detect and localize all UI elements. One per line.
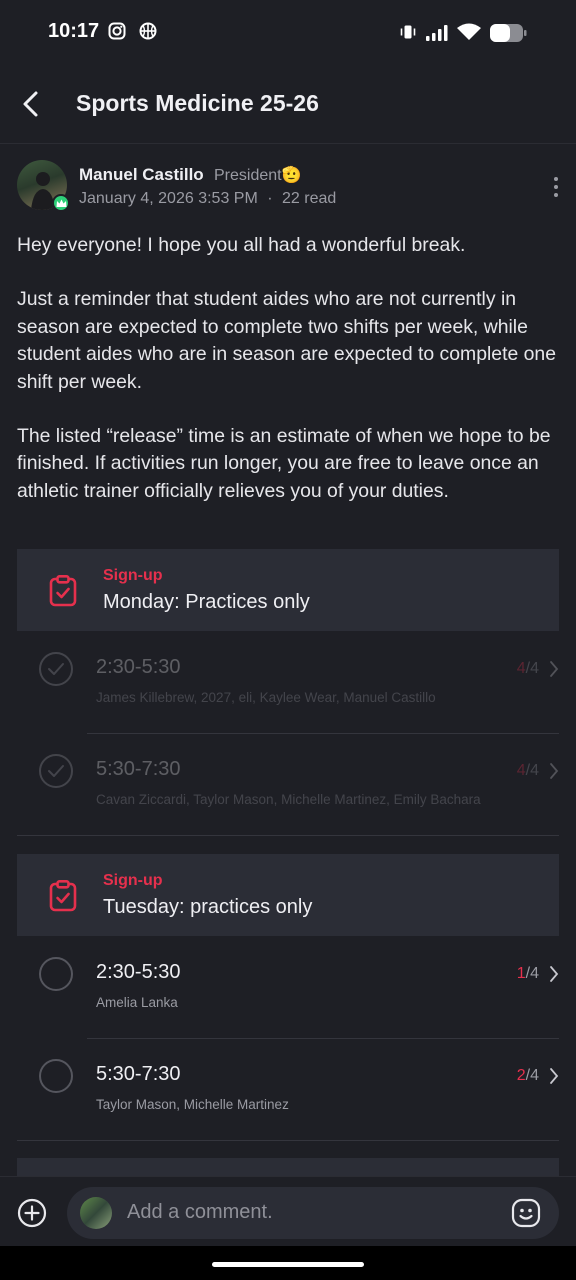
signup-slot[interactable]: 5:30-7:30 Cavan Ziccardi, Taylor Mason, … [17,734,559,836]
slot-names: Taylor Mason, Michelle Martinez [96,1097,289,1112]
slot-count: 4/4 [517,660,539,678]
comment-composer: Add a comment. [0,1176,576,1246]
slot-total: /4 [525,660,539,677]
slot-taken: 2 [516,1067,526,1084]
signup-title: Monday: Practices only [103,591,310,613]
slot-check-circle[interactable] [39,652,73,686]
signup-slot[interactable]: 2:30-5:30 James Killebrew, 2027, eli, Ka… [17,632,559,734]
signup-title: Tuesday: practices only [103,896,313,918]
slot-time: 5:30-7:30 [96,1063,181,1085]
slot-taken: 1 [516,965,526,982]
signup-header-monday[interactable]: Sign-up Monday: Practices only [17,549,559,631]
battery-icon [490,24,527,42]
page-title: Sports Medicine 25-26 [76,90,319,116]
signup-header-tuesday[interactable]: Sign-up Tuesday: practices only [17,854,559,936]
read-count[interactable]: 22 read [282,190,336,207]
post-meta: January 4, 2026 3:53 PM · 22 read [79,190,336,208]
slot-count: 2/4 [517,1067,539,1085]
checkmark-icon [48,663,64,675]
slot-names: Amelia Lanka [96,995,178,1010]
slot-total: /4 [525,965,539,982]
slot-check-circle[interactable] [39,957,73,991]
post-header: Manuel Castillo President🫡 January 4, 20… [0,158,576,218]
comment-input[interactable]: Add a comment. [67,1187,559,1239]
slot-total: /4 [525,1067,539,1084]
chevron-right-icon [550,763,559,779]
vibrate-icon [400,25,416,39]
post-paragraph: Just a reminder that student aides who a… [17,288,556,393]
signup-slot[interactable]: 5:30-7:30 Taylor Mason, Michelle Martine… [17,1039,559,1141]
crown-badge-icon [52,194,70,212]
slot-time: 2:30-5:30 [96,961,181,983]
slot-names: James Killebrew, 2027, eli, Kaylee Wear,… [96,690,436,705]
slot-count: 1/4 [517,965,539,983]
signal-icon [426,25,448,41]
slot-check-circle[interactable] [39,1059,73,1093]
signup-label: Sign-up [103,872,163,889]
slot-check-circle[interactable] [39,754,73,788]
checkmark-icon [48,765,64,777]
slot-total: /4 [525,762,539,779]
signup-slot[interactable]: 2:30-5:30 Amelia Lanka 1/4 [17,937,559,1039]
comment-placeholder: Add a comment. [127,1201,273,1223]
basketball-icon [139,22,157,40]
divider [17,835,559,836]
author-name[interactable]: Manuel Castillo [79,165,204,185]
chevron-right-icon [550,1068,559,1084]
post-body: Hey everyone! I hope you all had a wonde… [17,232,562,532]
instagram-icon [108,22,126,40]
slot-count: 4/4 [517,762,539,780]
status-time: 10:17 [48,20,100,42]
signup-header-partial [17,1158,559,1176]
author-role: President🫡 [214,167,302,184]
post-paragraph: Hey everyone! I hope you all had a wonde… [17,234,466,256]
slot-taken: 4 [516,762,526,779]
status-bar: 10:17 [0,0,576,66]
back-arrow-icon[interactable] [14,86,50,122]
slot-time: 5:30-7:30 [96,758,181,780]
home-gesture-handle[interactable] [212,1262,364,1267]
slot-taken: 4 [516,660,526,677]
clipboard-check-icon [49,880,77,912]
post-paragraph: The listed “release” time is an estimate… [17,425,551,502]
system-nav-bar [0,1246,576,1280]
user-avatar [80,1197,112,1229]
divider [17,1140,559,1141]
slot-time: 2:30-5:30 [96,656,181,678]
more-options-icon[interactable] [550,176,562,198]
chevron-right-icon [550,966,559,982]
add-attachment-icon[interactable] [17,1198,47,1228]
emoji-icon[interactable] [511,1198,541,1228]
clipboard-check-icon [49,575,77,607]
wifi-icon [457,23,481,40]
chevron-right-icon [550,661,559,677]
signup-label: Sign-up [103,567,163,584]
app-header: Sports Medicine 25-26 [0,66,576,144]
post-date: January 4, 2026 3:53 PM [79,190,258,207]
slot-names: Cavan Ziccardi, Taylor Mason, Michelle M… [96,792,481,807]
meta-separator: · [267,190,273,207]
